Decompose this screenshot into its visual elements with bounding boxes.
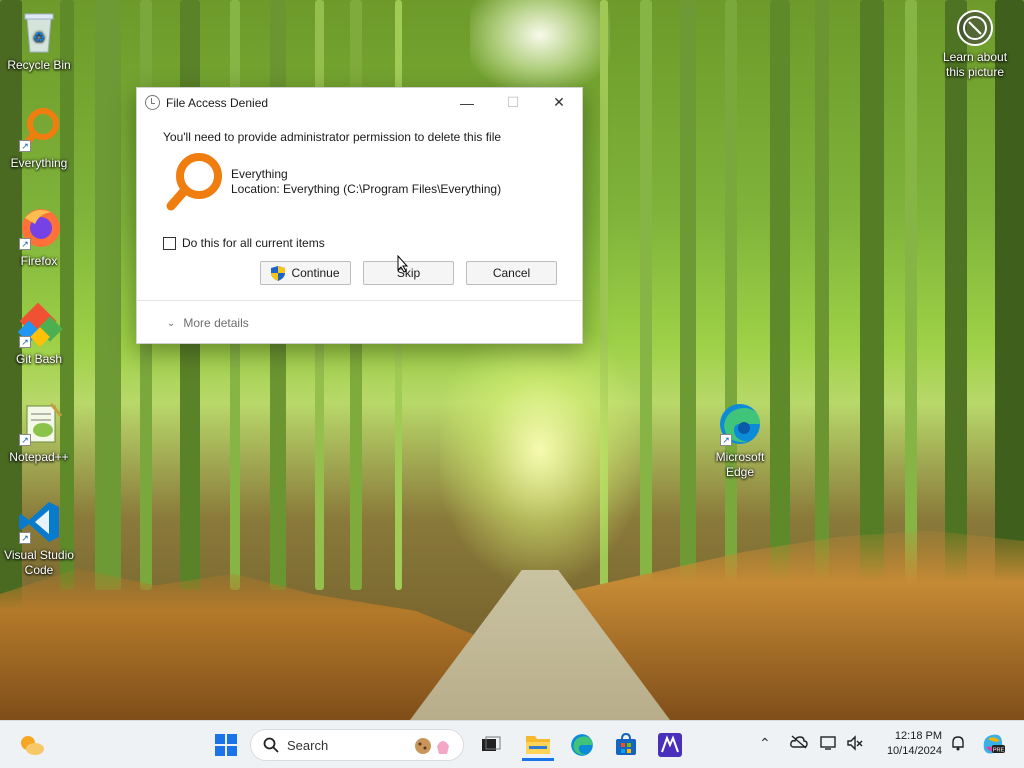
- volume-muted-icon[interactable]: [846, 735, 864, 754]
- taskbar: Search ⌃ 12:18 PM 10/14/2024 PRE: [0, 720, 1024, 768]
- desktop-icon-label: Recycle Bin: [7, 58, 71, 72]
- taskbar-edge[interactable]: [566, 729, 598, 761]
- edge-icon: ↗: [716, 400, 764, 448]
- shortcut-arrow-icon: ↗: [720, 434, 732, 446]
- chevron-down-icon: ⌄: [167, 317, 176, 329]
- shortcut-arrow-icon: ↗: [19, 238, 31, 250]
- start-button[interactable]: [210, 729, 242, 761]
- task-view-icon: [482, 736, 501, 751]
- clock-time: 12:18 PM: [894, 730, 942, 742]
- store-icon: [616, 733, 636, 755]
- shortcut-arrow-icon: ↗: [19, 140, 31, 152]
- mathpix-icon: [658, 733, 682, 757]
- windows-logo-icon: [215, 734, 237, 756]
- camera-info-icon: [955, 8, 995, 48]
- notepad-plus-plus-icon: ↗: [15, 400, 63, 448]
- desktop-icon-everything[interactable]: ↗ Everything: [0, 106, 78, 171]
- file-access-denied-dialog: File Access Denied — ☐ ✕ You'll need to …: [136, 87, 583, 344]
- taskbar-search-box[interactable]: Search: [250, 729, 464, 761]
- permission-message: You'll need to provide administrator per…: [163, 130, 502, 144]
- taskbar-file-explorer[interactable]: [522, 729, 554, 761]
- learn-about-picture[interactable]: Learn about this picture: [936, 8, 1014, 80]
- cancel-label: Cancel: [492, 266, 531, 280]
- file-operation-icon: [145, 95, 160, 110]
- shortcut-arrow-icon: ↗: [19, 434, 31, 446]
- file-name: Everything: [231, 167, 288, 181]
- everything-file-icon: [163, 152, 225, 212]
- desktop-icon-microsoft-edge[interactable]: ↗ Microsoft Edge: [701, 400, 779, 480]
- taskbar-mathpix[interactable]: [654, 729, 686, 761]
- widgets-weather-icon: [21, 736, 44, 755]
- git-bash-icon: ↗: [15, 302, 63, 350]
- desktop-icon-label: Visual Studio Code: [4, 548, 74, 577]
- desktop-icon-label: Everything: [10, 156, 68, 170]
- apply-to-all-label: Do this for all current items: [182, 236, 325, 250]
- desktop-icon-firefox[interactable]: ↗ Firefox: [0, 204, 78, 269]
- desktop-icon-label: Firefox: [20, 254, 58, 268]
- desktop-icon-label: Microsoft Edge: [715, 450, 765, 479]
- shortcut-arrow-icon: ↗: [19, 532, 31, 544]
- apply-to-all-checkbox[interactable]: [163, 236, 176, 250]
- maximize-button: ☐: [506, 94, 520, 110]
- taskbar-store[interactable]: [610, 729, 642, 761]
- svg-text:♻: ♻: [33, 29, 46, 45]
- task-view-button[interactable]: [475, 729, 507, 761]
- search-placeholder: Search: [287, 737, 329, 753]
- vscode-icon: ↗: [15, 498, 63, 546]
- everything-search-icon: ↗: [15, 106, 63, 154]
- search-icon: [263, 737, 279, 753]
- dialog-divider: [137, 300, 582, 301]
- search-highlight-icon: [413, 736, 453, 756]
- desktop-icon-vscode[interactable]: ↗ Visual Studio Code: [0, 498, 78, 578]
- cancel-button[interactable]: Cancel: [466, 261, 557, 285]
- widgets-button[interactable]: [16, 729, 48, 761]
- close-button[interactable]: ✕: [536, 88, 582, 117]
- more-details-label: More details: [183, 316, 249, 330]
- desktop-icon-recycle-bin[interactable]: ♻ Recycle Bin: [0, 8, 78, 73]
- learn-about-picture-label: Learn about this picture: [942, 50, 1008, 79]
- onedrive-offline-icon[interactable]: [790, 735, 808, 752]
- apply-to-all-row[interactable]: Do this for all current items: [163, 236, 325, 250]
- continue-button[interactable]: Continue: [260, 261, 351, 285]
- continue-label: Continue: [291, 266, 340, 280]
- edge-icon: [571, 734, 593, 756]
- show-hidden-icons-chevron-icon[interactable]: ⌃: [759, 735, 771, 752]
- shortcut-arrow-icon: ↗: [19, 336, 31, 348]
- minimize-button[interactable]: —: [444, 88, 490, 117]
- more-details-toggle[interactable]: ⌄ More details: [167, 316, 249, 330]
- copilot-preview-icon[interactable]: PRE: [980, 731, 1006, 760]
- file-explorer-icon: [526, 735, 550, 754]
- notifications-icon[interactable]: [950, 735, 966, 754]
- desktop-icon-label: Git Bash: [15, 352, 63, 366]
- file-location: Location: Everything (C:\Program Files\E…: [231, 182, 502, 196]
- mouse-cursor-icon: [397, 255, 409, 273]
- firefox-icon: ↗: [15, 204, 63, 252]
- network-icon[interactable]: [820, 735, 838, 754]
- taskbar-clock[interactable]: 12:18 PM 10/14/2024: [872, 729, 942, 759]
- desktop-icon-notepad-plus-plus[interactable]: ↗ Notepad++: [0, 400, 78, 465]
- recycle-bin-icon: ♻: [15, 8, 63, 56]
- dialog-title: File Access Denied: [166, 95, 269, 110]
- svg-text:PRE: PRE: [993, 748, 1005, 754]
- uac-shield-icon: [271, 265, 286, 281]
- desktop-icon-label: Notepad++: [9, 450, 69, 464]
- clock-date: 10/14/2024: [886, 745, 942, 757]
- desktop-icon-git-bash[interactable]: ↗ Git Bash: [0, 302, 78, 367]
